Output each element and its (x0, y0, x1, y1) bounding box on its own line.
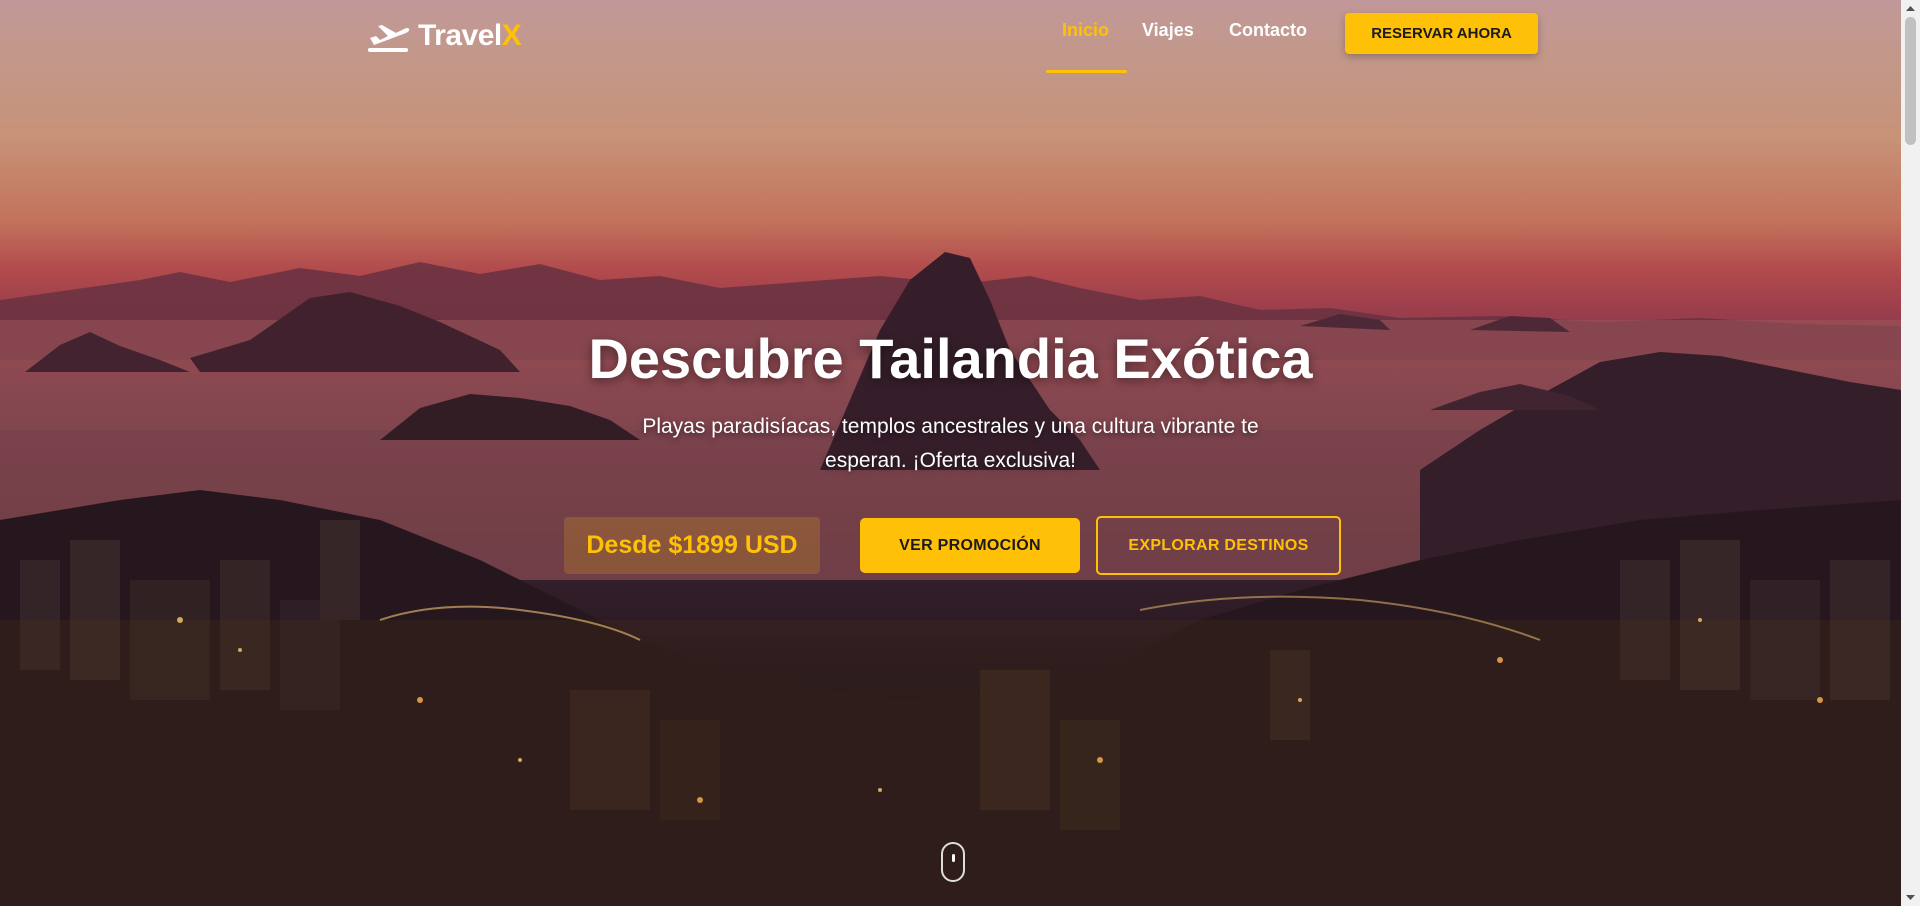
nav-link-inicio[interactable]: Inicio (1062, 20, 1109, 41)
brand-logo[interactable]: TravelX (366, 16, 522, 56)
hero-section: TravelX Inicio Viajes Contacto RESERVAR … (0, 0, 1901, 906)
scrollbar-thumb[interactable] (1905, 17, 1916, 145)
price-badge: Desde $1899 USD (564, 517, 820, 574)
hero-subtitle: Playas paradisíacas, templos ancestrales… (642, 415, 1259, 472)
view-promotion-button[interactable]: VER PROMOCIÓN (860, 518, 1080, 573)
nav-link-contacto[interactable]: Contacto (1229, 20, 1307, 41)
scroll-down-arrow-icon[interactable] (1901, 889, 1920, 906)
active-nav-indicator (1046, 70, 1127, 73)
brand-name: TravelX (418, 19, 522, 52)
page-scrollbar[interactable] (1901, 0, 1920, 906)
nav-link-viajes[interactable]: Viajes (1142, 20, 1194, 41)
reserve-now-button[interactable]: RESERVAR AHORA (1345, 13, 1538, 54)
navbar: TravelX Inicio Viajes Contacto RESERVAR … (0, 0, 1901, 73)
hero-title: Descubre Tailandia Exótica (588, 327, 1313, 390)
explore-destinations-button[interactable]: EXPLORAR DESTINOS (1096, 516, 1341, 575)
airplane-icon (368, 25, 410, 52)
mouse-scroll-icon[interactable] (941, 842, 965, 882)
scroll-up-arrow-icon[interactable] (1901, 0, 1920, 17)
scroll-wheel-dot (952, 854, 955, 862)
